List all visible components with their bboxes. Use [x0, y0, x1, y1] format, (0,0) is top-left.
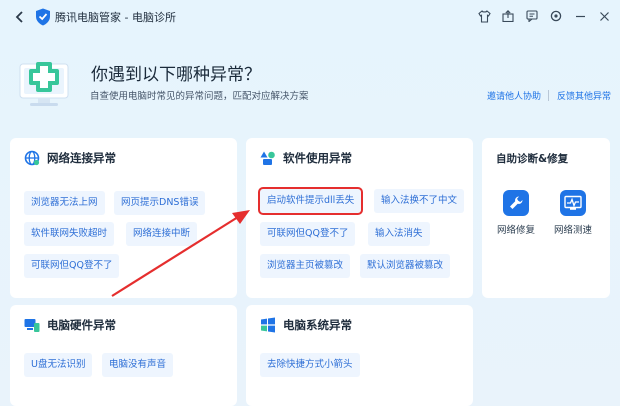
network-card-header: 网络连接异常 — [24, 150, 116, 166]
hardware-card-title: 电脑硬件异常 — [47, 318, 116, 332]
minimize-button[interactable] — [572, 8, 588, 24]
system-card-title: 电脑系统异常 — [283, 318, 352, 332]
chip-default-browser-hijacked[interactable]: 默认浏览器被篡改 — [360, 254, 451, 278]
hardware-computer-icon — [24, 319, 40, 332]
chip-dns-error[interactable]: 网页提示DNS错误 — [114, 191, 206, 215]
network-repair-tool[interactable]: 网络修复 — [491, 190, 541, 236]
settings-button[interactable] — [548, 8, 564, 24]
back-button[interactable] — [12, 9, 28, 25]
invite-help-link[interactable]: 邀请他人协助 — [487, 89, 541, 102]
chip-ime-no-chinese[interactable]: 输入法换不了中文 — [374, 189, 465, 213]
chevron-left-icon — [15, 11, 23, 23]
chip-qq-login-failed[interactable]: 可联网但QQ登不了 — [24, 254, 120, 278]
chip-usb-not-recognized[interactable]: U盘无法识别 — [24, 353, 93, 377]
software-card: 软件使用异常 启动软件提示dll丢失 输入法换不了中文 可联网但QQ登不了 输入… — [246, 138, 473, 298]
chip-browser-no-internet[interactable]: 浏览器无法上网 — [24, 191, 105, 215]
page-subtitle: 自查使用电脑时常见的异常问题，匹配对应解决方案 — [90, 91, 309, 102]
feedback-icon — [526, 10, 538, 22]
skin-button[interactable] — [476, 8, 492, 24]
page-title: 你遇到以下哪种异常？ — [91, 65, 261, 85]
network-card-title: 网络连接异常 — [47, 151, 116, 165]
software-shapes-icon — [260, 151, 275, 165]
hardware-card-header: 电脑硬件异常 — [24, 317, 116, 333]
chip-remove-shortcut-arrow[interactable]: 去除快捷方式小箭头 — [260, 353, 360, 377]
windows-logo-icon — [261, 317, 275, 333]
report-other-link[interactable]: 反馈其他异常 — [557, 89, 611, 102]
network-speed-label: 网络测速 — [553, 225, 592, 236]
chip-connection-interrupted[interactable]: 网络连接中断 — [126, 222, 198, 246]
minimize-icon — [575, 15, 585, 17]
network-repair-label: 网络修复 — [496, 225, 535, 236]
feedback-button[interactable] — [524, 8, 540, 24]
self-diagnosis-card: 自助诊断&修复 网络修复 网络测速 — [482, 138, 610, 298]
self-diagnosis-header: 自助诊断&修复 — [496, 151, 568, 166]
wrench-icon — [503, 190, 529, 216]
title-bar: 腾讯电脑管家 - 电脑诊所 — [0, 0, 620, 34]
link-divider — [548, 90, 549, 101]
chip-homepage-hijacked[interactable]: 浏览器主页被篡改 — [260, 254, 351, 278]
self-diagnosis-title: 自助诊断&修复 — [496, 153, 569, 165]
share-button[interactable] — [500, 8, 516, 24]
chip-ime-missing[interactable]: 输入法消失 — [368, 222, 430, 246]
chip-software-network-timeout[interactable]: 软件联网失败超时 — [24, 222, 115, 246]
window-title: 腾讯电脑管家 - 电脑诊所 — [55, 11, 176, 24]
settings-icon — [550, 10, 562, 22]
software-card-header: 软件使用异常 — [260, 150, 352, 166]
chip-qq-login-failed-software[interactable]: 可联网但QQ登不了 — [260, 222, 356, 246]
globe-icon — [24, 150, 40, 166]
close-button[interactable] — [596, 8, 612, 24]
tshirt-skin-icon — [477, 9, 491, 23]
hardware-card: 电脑硬件异常 U盘无法识别 电脑没有声音 — [10, 305, 237, 406]
window-controls — [476, 8, 612, 24]
system-card-header: 电脑系统异常 — [260, 317, 352, 333]
chip-dll-missing[interactable]: 启动软件提示dll丢失 — [257, 187, 364, 215]
close-icon — [599, 11, 609, 21]
share-icon — [502, 10, 514, 22]
chip-no-sound[interactable]: 电脑没有声音 — [102, 353, 174, 377]
network-card: 网络连接异常 浏览器无法上网 网页提示DNS错误 软件联网失败超时 网络连接中断… — [10, 138, 237, 298]
clinic-monitor-icon — [19, 62, 69, 106]
software-card-title: 软件使用异常 — [283, 151, 352, 165]
app-logo-shield-icon — [36, 8, 50, 26]
network-speed-tool[interactable]: 网络测速 — [548, 190, 598, 236]
system-card: 电脑系统异常 去除快捷方式小箭头 — [246, 305, 473, 406]
speed-monitor-icon — [560, 190, 586, 216]
